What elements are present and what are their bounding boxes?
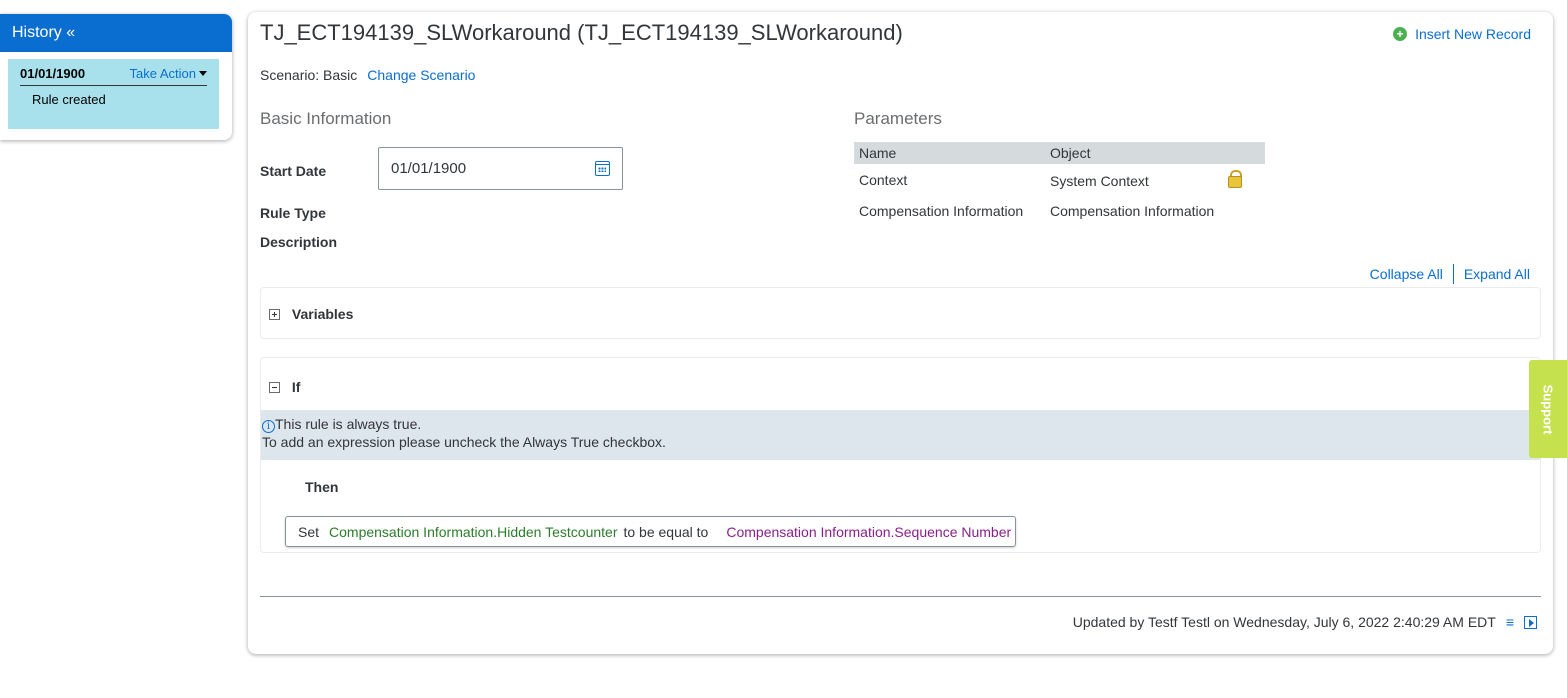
param-object: System Context	[1050, 173, 1149, 189]
scenario-label: Scenario: Basic	[260, 67, 358, 83]
if-header: If	[269, 378, 300, 395]
history-entry-date: 01/01/1900	[20, 66, 86, 81]
take-action-dropdown[interactable]: Take Action	[129, 66, 207, 81]
insert-new-record-button[interactable]: + Insert New Record	[1393, 26, 1531, 42]
list-icon[interactable]: ≡	[1506, 614, 1514, 630]
support-label: Support	[1540, 384, 1556, 434]
start-date-label: Start Date	[260, 163, 327, 179]
param-name: Compensation Information	[859, 202, 1024, 219]
footer-divider	[260, 596, 1541, 597]
lock-icon	[1227, 170, 1242, 188]
footer: Updated by Testf Testl on Wednesday, Jul…	[1073, 614, 1537, 630]
history-entry-note: Rule created	[32, 92, 106, 107]
expand-all-link[interactable]: Expand All	[1464, 266, 1530, 282]
info-line-1-row: i This rule is always true.	[262, 415, 1539, 433]
then-expression[interactable]: Set Compensation Information.Hidden Test…	[285, 516, 1017, 547]
collapse-icon[interactable]	[269, 381, 280, 393]
column-header-name: Name	[854, 142, 1045, 164]
table-row: Context System Context	[854, 164, 1265, 195]
info-line-1: This rule is always true.	[275, 416, 422, 432]
variables-block: Variables	[260, 287, 1541, 339]
insert-new-record-label: Insert New Record	[1415, 26, 1531, 42]
plus-circle-icon: +	[1393, 27, 1408, 41]
start-date-input[interactable]: 01/01/1900	[378, 147, 623, 190]
column-header-object: Object	[1045, 142, 1265, 164]
parameters-heading: Parameters	[854, 109, 942, 128]
history-entry[interactable]: 01/01/1900 Take Action Rule created	[8, 59, 219, 129]
param-object-cell: System Context	[1045, 164, 1265, 195]
updated-by-text: Updated by Testf Testl on Wednesday, Jul…	[1072, 614, 1496, 630]
table-header-row: Name Object	[854, 142, 1265, 164]
expression-target[interactable]: Compensation Information.Hidden Testcoun…	[329, 524, 617, 540]
basic-info-heading: Basic Information	[260, 109, 392, 128]
expression-verb: Set	[298, 523, 320, 540]
if-block: If i This rule is always true. To add an …	[260, 357, 1541, 553]
calendar-icon[interactable]	[595, 161, 610, 176]
play-icon[interactable]	[1524, 615, 1537, 629]
rule-type-label: Rule Type	[260, 205, 326, 221]
history-toggle[interactable]: History «	[0, 14, 232, 52]
expression-operator[interactable]: to be equal to	[623, 524, 708, 540]
page-title: TJ_ECT194139_SLWorkaround (TJ_ECT194139_…	[260, 20, 903, 45]
variables-title[interactable]: Variables	[292, 306, 354, 322]
info-message: i This rule is always true. To add an exp…	[261, 410, 1540, 460]
info-icon: i	[262, 420, 275, 433]
rule-card: TJ_ECT194139_SLWorkaround (TJ_ECT194139_…	[248, 12, 1553, 654]
description-label: Description	[260, 234, 338, 250]
history-entry-header: 01/01/1900 Take Action	[20, 66, 207, 86]
take-action-label: Take Action	[129, 66, 197, 81]
divider	[1452, 264, 1454, 284]
collapse-expand-controls: Collapse All Expand All	[1370, 264, 1530, 284]
change-scenario-link[interactable]: Change Scenario	[367, 67, 475, 83]
then-label: Then	[305, 479, 339, 495]
info-line-2: To add an expression please uncheck the …	[262, 434, 666, 450]
expression-source[interactable]: Compensation Information.Sequence Number	[726, 524, 1011, 540]
param-name: Context	[859, 171, 908, 188]
parameters-table: Name Object Context System Context Compe…	[854, 142, 1265, 226]
expand-icon[interactable]	[269, 308, 280, 320]
history-panel: History « 01/01/1900 Take Action Rule cr…	[0, 14, 232, 140]
caret-down-icon	[199, 71, 207, 76]
collapse-all-link[interactable]: Collapse All	[1370, 266, 1443, 282]
scenario-row: Scenario: Basic Change Scenario	[260, 67, 475, 83]
param-object: Compensation Information	[1050, 202, 1215, 219]
start-date-value: 01/01/1900	[391, 160, 467, 177]
table-row: Compensation Information Compensation In…	[854, 195, 1265, 226]
if-title[interactable]: If	[292, 379, 301, 395]
support-tab[interactable]: Support	[1529, 360, 1567, 458]
